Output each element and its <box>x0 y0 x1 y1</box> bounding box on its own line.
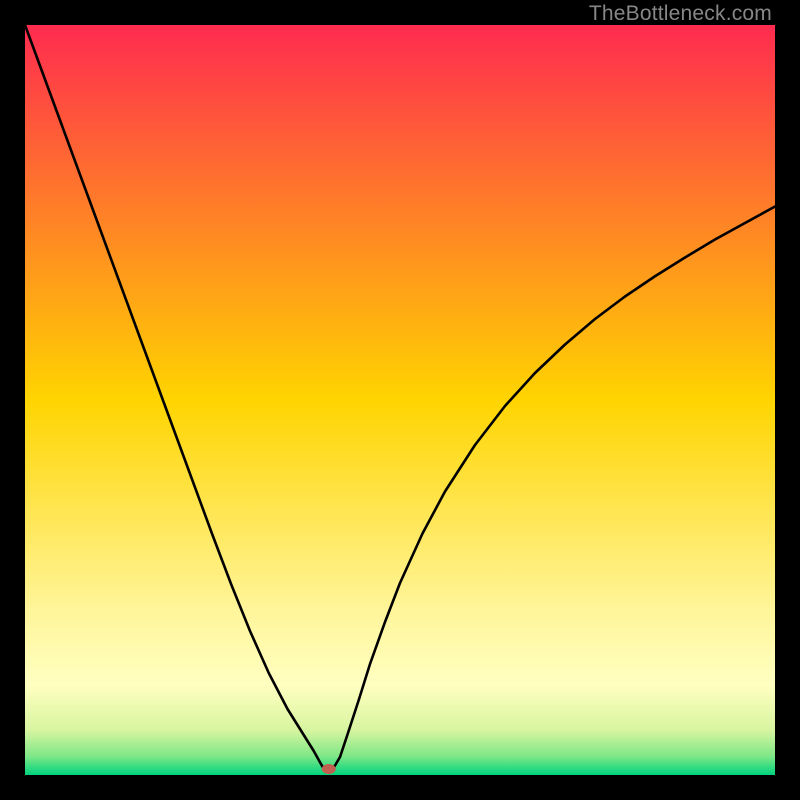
marker-dot <box>322 764 336 774</box>
chart-frame <box>25 25 775 775</box>
watermark-text: TheBottleneck.com <box>589 2 772 26</box>
gradient-background <box>25 25 775 775</box>
chart-svg <box>25 25 775 775</box>
